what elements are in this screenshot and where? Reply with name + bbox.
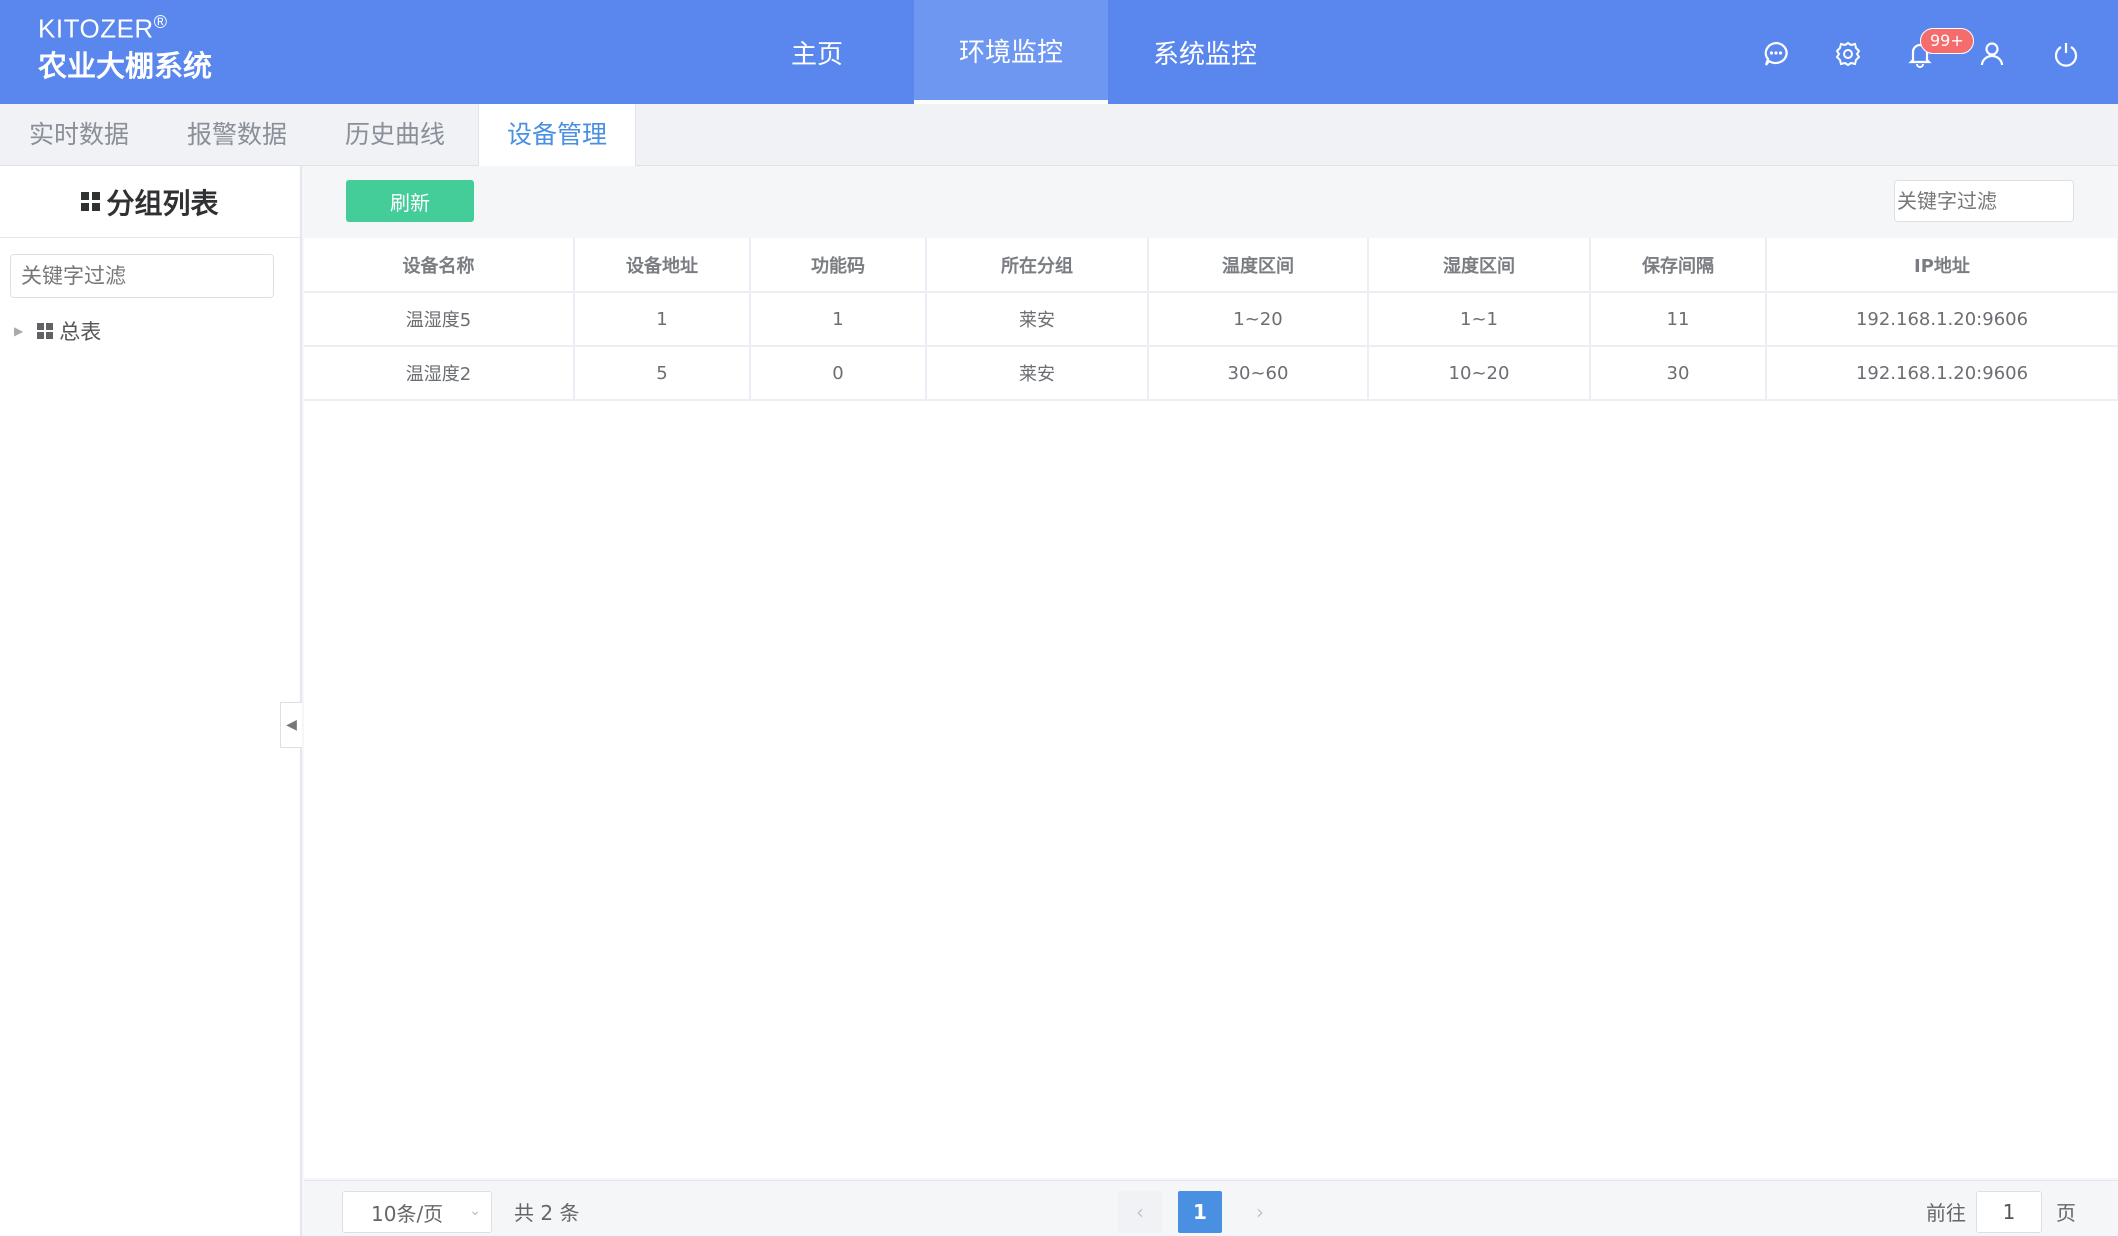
grid-icon	[37, 323, 54, 339]
caret-right-icon[interactable]: ▶	[14, 324, 23, 338]
goto-prefix: 前往	[1926, 1201, 1966, 1225]
tab-realtime-data[interactable]: 实时数据	[0, 104, 158, 166]
toolbar: 刷新	[304, 166, 2118, 238]
group-sidebar: 分组列表 ▶ 总表	[0, 166, 302, 1236]
table-row[interactable]: 温湿度2 5 0 莱安 30~60 10~20 30 192.168.1.20:…	[304, 346, 2118, 401]
nav-home[interactable]: 主页	[720, 0, 914, 104]
cell-ip-address: 192.168.1.20:9606	[1766, 292, 2118, 347]
nav-system-monitor[interactable]: 系统监控	[1108, 0, 1302, 104]
chevron-down-icon: ⌄	[469, 1203, 481, 1219]
tab-alarm-data[interactable]: 报警数据	[158, 104, 316, 166]
page-size-value: 10条/页	[371, 1201, 444, 1226]
collapse-sidebar-handle[interactable]: ◀	[280, 702, 302, 748]
brand-subtitle: 农业大棚系统	[38, 48, 213, 83]
page-number-button[interactable]: 1	[1178, 1191, 1222, 1233]
column-header[interactable]: IP地址	[1766, 238, 2118, 293]
column-header[interactable]: 保存间隔	[1590, 238, 1767, 293]
brand-reg-mark: ®	[153, 12, 168, 32]
cell-humidity-range: 1~1	[1368, 292, 1591, 347]
cell-device-address: 5	[574, 346, 751, 401]
top-header: KITOZER® 农业大棚系统 主页 环境监控 系统监控 99+	[0, 0, 2118, 104]
cell-function-code: 1	[750, 292, 927, 347]
grid-icon	[81, 192, 101, 211]
brand-logo: KITOZER® 农业大棚系统	[38, 12, 212, 84]
table-filter-input[interactable]	[1894, 180, 2074, 222]
column-header[interactable]: 湿度区间	[1368, 238, 1591, 293]
cell-save-interval: 11	[1590, 292, 1767, 347]
page-size-select[interactable]: 10条/页 ⌄	[342, 1191, 492, 1233]
tab-device-management[interactable]: 设备管理	[478, 104, 636, 167]
column-header[interactable]: 温度区间	[1148, 238, 1369, 293]
sidebar-title-text: 分组列表	[106, 186, 219, 220]
cell-save-interval: 30	[1590, 346, 1767, 401]
total-count: 共 2 条	[514, 1201, 580, 1225]
sidebar-title: 分组列表	[0, 166, 300, 238]
device-table: 设备名称 设备地址 功能码 所在分组 温度区间 湿度区间 保存间隔 IP地址 温…	[304, 238, 2118, 401]
cell-ip-address: 192.168.1.20:9606	[1766, 346, 2118, 401]
cell-device-name: 温湿度2	[304, 346, 575, 401]
collapse-left-icon: ◀	[286, 717, 297, 733]
user-icon[interactable]	[1976, 38, 2008, 70]
pagination: 10条/页 ⌄ 共 2 条 ‹ 1 › 前往 页	[304, 1180, 2118, 1236]
sidebar-search-input[interactable]	[10, 254, 274, 298]
notification-badge: 99+	[1920, 28, 1974, 54]
sub-tabs: 实时数据 报警数据 历史曲线 设备管理	[0, 104, 2118, 167]
cell-group: 莱安	[926, 292, 1149, 347]
table-header-row: 设备名称 设备地址 功能码 所在分组 温度区间 湿度区间 保存间隔 IP地址	[304, 238, 2118, 293]
cell-device-address: 1	[574, 292, 751, 347]
goto-page-input[interactable]	[1976, 1191, 2042, 1233]
goto-suffix: 页	[2056, 1201, 2076, 1225]
table-row[interactable]: 温湿度5 1 1 莱安 1~20 1~1 11 192.168.1.20:960…	[304, 292, 2118, 347]
tab-history-curve[interactable]: 历史曲线	[316, 104, 474, 166]
refresh-button[interactable]: 刷新	[346, 180, 474, 222]
tree-node-root[interactable]: ▶ 总表	[14, 316, 101, 346]
main-nav: 主页 环境监控 系统监控	[720, 0, 1302, 104]
cell-function-code: 0	[750, 346, 927, 401]
cell-humidity-range: 10~20	[1368, 346, 1591, 401]
cell-group: 莱安	[926, 346, 1149, 401]
column-header[interactable]: 功能码	[750, 238, 927, 293]
column-header[interactable]: 设备地址	[574, 238, 751, 293]
tree-node-label: 总表	[59, 320, 102, 344]
device-table-area: 设备名称 设备地址 功能码 所在分组 温度区间 湿度区间 保存间隔 IP地址 温…	[304, 238, 2118, 1178]
cell-temperature-range: 1~20	[1148, 292, 1369, 347]
gear-icon[interactable]	[1832, 38, 1864, 70]
prev-page-button[interactable]: ‹	[1118, 1191, 1162, 1233]
column-header[interactable]: 设备名称	[304, 238, 575, 293]
brand-name: KITOZER	[38, 13, 154, 44]
chat-icon[interactable]	[1760, 38, 1792, 70]
cell-device-name: 温湿度5	[304, 292, 575, 347]
next-page-button[interactable]: ›	[1238, 1191, 1282, 1233]
nav-environment-monitor[interactable]: 环境监控	[914, 0, 1108, 104]
column-header[interactable]: 所在分组	[926, 238, 1149, 293]
power-icon[interactable]	[2050, 38, 2082, 70]
cell-temperature-range: 30~60	[1148, 346, 1369, 401]
